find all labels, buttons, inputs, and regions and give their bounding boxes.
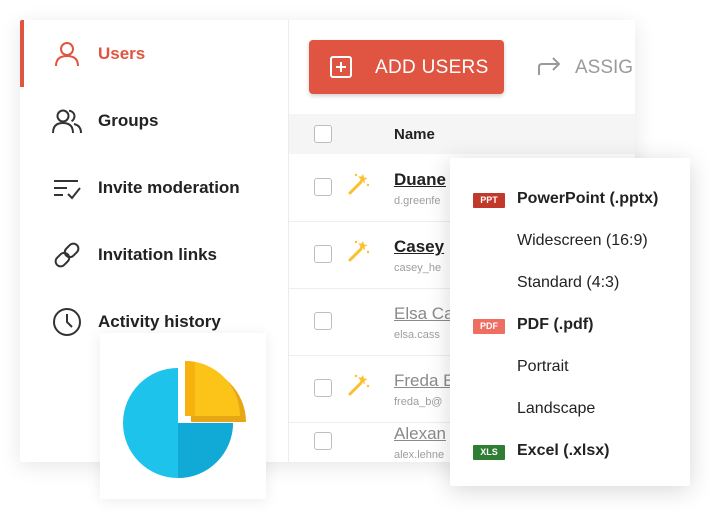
pie-chart-card	[100, 333, 266, 499]
active-indicator	[20, 20, 24, 87]
sidebar-item-users[interactable]: Users	[20, 20, 288, 87]
magic-wand-icon	[347, 373, 371, 397]
sidebar-item-label: Activity history	[98, 311, 221, 331]
assign-arrow-icon	[537, 55, 563, 82]
toolbar: ADD USERS ASSIG	[289, 20, 635, 114]
plus-box-icon	[329, 55, 353, 79]
menu-item-label: Portrait	[517, 358, 569, 375]
export-menu: PPT PowerPoint (.pptx) Widescreen (16:9)…	[450, 158, 690, 486]
user-email: casey_he	[394, 262, 442, 274]
menu-item-label: Landscape	[517, 400, 596, 417]
add-users-label: ADD USERS	[375, 57, 489, 78]
sidebar-item-label: Invite moderation	[98, 177, 240, 197]
table-header: Name	[289, 114, 635, 154]
menu-item-label: Excel (.xlsx)	[517, 442, 610, 459]
user-email: alex.lehne	[394, 449, 445, 461]
row-checkbox[interactable]	[314, 312, 332, 330]
ppt-badge-icon: PPT	[473, 193, 505, 208]
user-name-link[interactable]: Duane	[394, 170, 446, 190]
user-name-link[interactable]: Freda E	[394, 371, 454, 391]
groups-icon	[50, 104, 84, 138]
sidebar-item-groups[interactable]: Groups	[20, 87, 288, 154]
menu-item-standard[interactable]: Standard (4:3)	[450, 263, 690, 305]
menu-item-powerpoint[interactable]: PPT PowerPoint (.pptx)	[450, 179, 690, 221]
sidebar-item-invitation-links[interactable]: Invitation links	[20, 221, 288, 288]
sidebar-item-label: Users	[98, 43, 146, 63]
assign-label: ASSIG	[575, 57, 634, 78]
name-column-header[interactable]: Name	[394, 126, 435, 143]
menu-item-excel[interactable]: XLS Excel (.xlsx)	[450, 431, 690, 473]
magic-wand-icon	[347, 239, 371, 263]
sidebar-item-label: Groups	[98, 110, 159, 130]
menu-item-landscape[interactable]: Landscape	[450, 389, 690, 431]
row-checkbox[interactable]	[314, 432, 332, 450]
moderation-icon	[50, 171, 84, 205]
magic-wand-icon	[347, 172, 371, 196]
user-email: freda_b@	[394, 396, 443, 408]
row-checkbox[interactable]	[314, 379, 332, 397]
clock-icon	[50, 305, 84, 339]
menu-item-label: PowerPoint (.pptx)	[517, 190, 659, 207]
menu-item-label: Standard (4:3)	[517, 274, 620, 291]
pie-chart-icon	[123, 360, 246, 478]
user-name-link[interactable]: Casey	[394, 237, 444, 257]
row-checkbox[interactable]	[314, 178, 332, 196]
add-users-button[interactable]: ADD USERS	[309, 40, 504, 94]
user-email: elsa.cass	[394, 329, 440, 341]
menu-item-pdf[interactable]: PDF PDF (.pdf)	[450, 305, 690, 347]
pdf-badge-icon: PDF	[473, 319, 505, 334]
sidebar-item-label: Invitation links	[98, 244, 218, 264]
xls-badge-icon: XLS	[473, 445, 505, 460]
menu-item-label: Widescreen (16:9)	[517, 232, 648, 249]
menu-item-portrait[interactable]: Portrait	[450, 347, 690, 389]
row-checkbox[interactable]	[314, 245, 332, 263]
sidebar-item-invite-moderation[interactable]: Invite moderation	[20, 154, 288, 221]
user-email: d.greenfe	[394, 195, 441, 207]
select-all-checkbox[interactable]	[314, 125, 332, 143]
user-icon	[50, 37, 84, 71]
menu-item-label: PDF (.pdf)	[517, 316, 594, 333]
link-icon	[50, 238, 84, 272]
user-name-link[interactable]: Elsa Ca	[394, 304, 454, 324]
user-name-link[interactable]: Alexan	[394, 424, 446, 444]
menu-item-widescreen[interactable]: Widescreen (16:9)	[450, 221, 690, 263]
